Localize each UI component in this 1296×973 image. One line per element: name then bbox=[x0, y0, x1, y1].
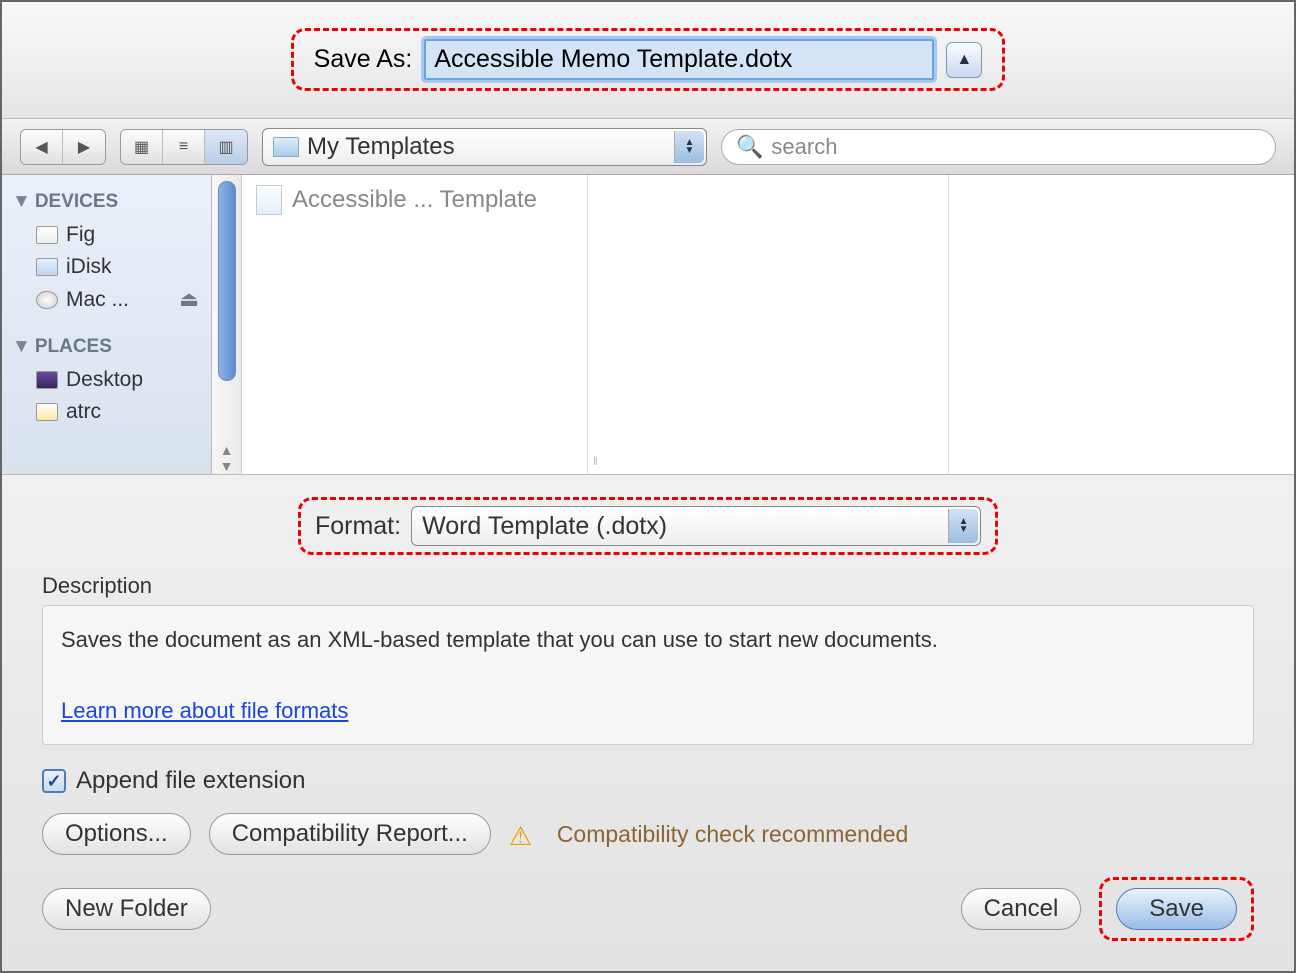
save-as-highlight: Save As: ▲ bbox=[291, 28, 1006, 91]
list-view-button[interactable]: ≡ bbox=[163, 130, 205, 164]
description-box: Saves the document as an XML-based templ… bbox=[42, 605, 1254, 745]
home-icon bbox=[36, 403, 58, 421]
triangle-right-icon: ▶ bbox=[78, 137, 90, 157]
options-button[interactable]: Options... bbox=[42, 813, 191, 855]
disclosure-triangle-icon: ▼ bbox=[12, 191, 31, 212]
sidebar-scrollbar[interactable]: ▲▼ bbox=[212, 175, 242, 474]
format-label: Format: bbox=[315, 512, 401, 541]
new-folder-button[interactable]: New Folder bbox=[42, 888, 211, 930]
file-browser: ▼DEVICES Fig iDisk Mac ... ⏏ ▼PLACES Des… bbox=[2, 175, 1294, 475]
sidebar-item-label: iDisk bbox=[66, 255, 112, 279]
file-name: Accessible ... Template bbox=[292, 186, 537, 214]
compat-report-button[interactable]: Compatibility Report... bbox=[209, 813, 491, 855]
sidebar-item-label: Desktop bbox=[66, 368, 143, 392]
sidebar-item-idisk[interactable]: iDisk bbox=[6, 251, 207, 283]
search-icon: 🔍 bbox=[736, 134, 763, 160]
triangle-left-icon: ◀ bbox=[35, 137, 47, 157]
append-extension-row: ✓ Append file extension bbox=[42, 767, 1254, 795]
column-view-button[interactable]: ▥ bbox=[205, 130, 247, 164]
options-row: Options... Compatibility Report... ⚠ Com… bbox=[42, 813, 1254, 855]
format-highlight: Format: Word Template (.dotx) ▲▼ bbox=[298, 497, 998, 555]
warning-icon: ⚠ bbox=[509, 821, 539, 847]
column-resize-handle[interactable]: ‖ bbox=[588, 175, 602, 474]
nav-buttons: ◀ ▶ bbox=[20, 129, 106, 165]
location-label: My Templates bbox=[307, 133, 455, 161]
save-dialog: Save As: ▲ ◀ ▶ ▦ ≡ ▥ bbox=[0, 0, 1296, 973]
save-highlight: Save bbox=[1099, 877, 1254, 941]
idisk-icon bbox=[36, 258, 58, 276]
sidebar-devices-header[interactable]: ▼DEVICES bbox=[6, 185, 207, 219]
sidebar: ▼DEVICES Fig iDisk Mac ... ⏏ ▼PLACES Des… bbox=[2, 175, 212, 474]
icon-view-button[interactable]: ▦ bbox=[121, 130, 163, 164]
checkmark-icon: ✓ bbox=[46, 771, 61, 792]
format-row: Format: Word Template (.dotx) ▲▼ bbox=[42, 497, 1254, 555]
sidebar-item-fig[interactable]: Fig bbox=[6, 219, 207, 251]
save-as-row: Save As: ▲ bbox=[2, 2, 1294, 119]
list-icon: ≡ bbox=[179, 138, 188, 156]
stepper-arrows-icon: ▲▼ bbox=[948, 509, 978, 543]
search-placeholder: search bbox=[771, 134, 837, 160]
description-text: Saves the document as an XML-based templ… bbox=[61, 622, 1235, 657]
format-dropdown[interactable]: Word Template (.dotx) ▲▼ bbox=[411, 506, 981, 546]
sidebar-item-label: Fig bbox=[66, 223, 95, 247]
save-as-label: Save As: bbox=[314, 45, 413, 74]
save-button[interactable]: Save bbox=[1116, 888, 1237, 930]
append-extension-checkbox[interactable]: ✓ bbox=[42, 769, 66, 793]
forward-button[interactable]: ▶ bbox=[63, 130, 105, 164]
browser-column-3 bbox=[949, 175, 1294, 474]
browser-toolbar: ◀ ▶ ▦ ≡ ▥ My Templates ▲▼ 🔍 search bbox=[2, 119, 1294, 176]
scroll-arrows[interactable]: ▲▼ bbox=[220, 442, 234, 474]
disk-icon bbox=[36, 226, 58, 244]
sidebar-places-header[interactable]: ▼PLACES bbox=[6, 330, 207, 364]
description-label: Description bbox=[42, 573, 1254, 599]
document-icon bbox=[256, 185, 282, 215]
cancel-button[interactable]: Cancel bbox=[961, 888, 1082, 930]
sidebar-item-label: Mac ... bbox=[66, 288, 129, 312]
scroll-thumb[interactable] bbox=[218, 181, 236, 381]
location-dropdown[interactable]: My Templates ▲▼ bbox=[262, 128, 707, 166]
append-extension-label: Append file extension bbox=[76, 767, 306, 795]
eject-icon[interactable]: ⏏ bbox=[179, 287, 199, 312]
save-as-input[interactable] bbox=[424, 39, 934, 80]
sidebar-item-atrc[interactable]: atrc bbox=[6, 396, 207, 428]
search-input[interactable]: 🔍 search bbox=[721, 129, 1276, 165]
footer-right: Cancel Save bbox=[961, 877, 1254, 941]
stepper-arrows-icon: ▲▼ bbox=[674, 131, 704, 163]
browser-column-2 bbox=[602, 175, 948, 474]
footer-row: New Folder Cancel Save bbox=[42, 877, 1254, 953]
learn-more-link[interactable]: Learn more about file formats bbox=[61, 698, 348, 723]
view-buttons: ▦ ≡ ▥ bbox=[120, 129, 248, 165]
desktop-icon bbox=[36, 371, 58, 389]
cd-icon bbox=[36, 291, 58, 309]
file-item[interactable]: Accessible ... Template bbox=[256, 185, 573, 215]
disclosure-triangle-icon: ▼ bbox=[12, 336, 31, 357]
folder-icon bbox=[273, 137, 299, 157]
columns-icon: ▥ bbox=[218, 137, 233, 157]
triangle-up-icon: ▲ bbox=[956, 51, 972, 69]
format-value: Word Template (.dotx) bbox=[422, 512, 667, 541]
sidebar-item-desktop[interactable]: Desktop bbox=[6, 364, 207, 396]
grid-icon: ▦ bbox=[134, 137, 149, 157]
compat-warning-text: Compatibility check recommended bbox=[557, 821, 909, 848]
browser-column-1: Accessible ... Template bbox=[242, 175, 588, 474]
sidebar-item-mac[interactable]: Mac ... ⏏ bbox=[6, 283, 207, 316]
sidebar-item-label: atrc bbox=[66, 400, 101, 424]
back-button[interactable]: ◀ bbox=[21, 130, 63, 164]
collapse-button[interactable]: ▲ bbox=[946, 42, 982, 78]
bottom-panel: Format: Word Template (.dotx) ▲▼ Descrip… bbox=[2, 475, 1294, 971]
